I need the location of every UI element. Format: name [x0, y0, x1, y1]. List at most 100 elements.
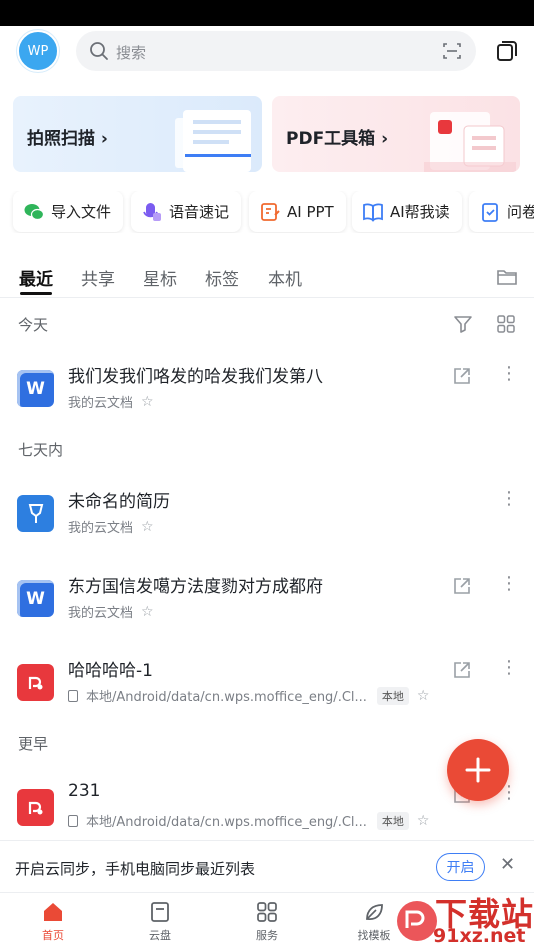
cloud-sync-bar: 开启云同步，手机电脑同步最近列表 开启 ✕ [0, 840, 534, 892]
pdf-toolbox-card[interactable]: PDF工具箱 › [272, 96, 520, 172]
filter-icon[interactable] [453, 314, 473, 334]
word-doc-icon: W [17, 580, 54, 617]
file-item[interactable]: 未命名的简历 我的云文档 ☆ ⋮ [0, 487, 534, 553]
wechat-icon [24, 203, 45, 220]
search-icon [90, 42, 108, 60]
file-name: 东方国信发噶方法度勠对方成都府 [68, 577, 323, 597]
file-item[interactable]: W 我们发我们咯发的哈发我们发第八 我的云文档 ☆ ⋮ [0, 362, 534, 428]
file-location: 本地/Android/data/cn.wps.moffice_eng/.Cl..… [86, 690, 367, 705]
nav-services[interactable]: 服务 [237, 899, 297, 943]
chip-label: 语音速记 [169, 203, 230, 221]
file-meta: 我的云文档 ☆ [68, 517, 154, 537]
share-icon[interactable] [452, 660, 472, 680]
phone-icon [68, 814, 78, 827]
nav-label: 服务 [256, 929, 278, 942]
chip-ai-ppt[interactable]: AI PPT [249, 191, 346, 232]
scan-illustration-icon [175, 110, 251, 172]
file-item[interactable]: 231 本地/Android/data/cn.wps.moffice_eng/.… [0, 781, 534, 847]
header: WP 搜索 [0, 26, 534, 82]
star-icon[interactable]: ☆ [417, 813, 430, 829]
chip-label: 导入文件 [51, 203, 112, 221]
section-earlier: 更早 [18, 735, 49, 753]
nav-cloud-drive[interactable]: 云盘 [130, 899, 190, 943]
tab-local[interactable]: 本机 [268, 265, 302, 290]
tab-shared[interactable]: 共享 [81, 265, 115, 290]
search-bar[interactable]: 搜索 [76, 31, 476, 71]
chip-import-file[interactable]: 导入文件 [13, 191, 124, 232]
leaf-icon [366, 904, 383, 920]
star-icon[interactable]: ☆ [141, 604, 154, 620]
file-location: 我的云文档 [68, 396, 134, 411]
pdf-doc-icon [17, 664, 54, 701]
file-item[interactable]: 哈哈哈哈-1 本地/Android/data/cn.wps.moffice_en… [0, 656, 534, 722]
word-doc-icon: W [17, 370, 54, 407]
file-meta: 我的云文档 ☆ [68, 602, 154, 622]
share-icon[interactable] [452, 576, 472, 596]
file-meta: 本地/Android/data/cn.wps.moffice_eng/.Cl..… [68, 686, 429, 705]
file-tabs: 最近 共享 星标 标签 本机 [0, 252, 534, 298]
grid-view-icon[interactable] [496, 314, 516, 334]
more-options-icon[interactable]: ⋮ [500, 574, 518, 594]
resume-doc-icon [17, 495, 54, 532]
file-name: 231 [68, 781, 101, 801]
file-name: 哈哈哈哈-1 [68, 661, 153, 681]
chip-ai-read[interactable]: AI帮我读 [352, 191, 462, 232]
avatar[interactable]: WP [17, 30, 59, 72]
file-meta: 本地/Android/data/cn.wps.moffice_eng/.Cl..… [68, 811, 429, 830]
chip-label: AI帮我读 [390, 203, 450, 221]
windows-icon[interactable] [495, 39, 519, 63]
file-name: 我们发我们咯发的哈发我们发第八 [68, 367, 323, 387]
chip-voice-note[interactable]: 语音速记 [131, 191, 242, 232]
quick-action-chips: 导入文件 语音速记 AI PPT AI帮我读 问卷 [0, 191, 534, 233]
pdf-doc-icon [17, 789, 54, 826]
folder-icon[interactable] [496, 266, 518, 288]
cloud-sync-text: 开启云同步，手机电脑同步最近列表 [15, 860, 256, 878]
more-options-icon[interactable]: ⋮ [500, 364, 518, 384]
file-name: 未命名的简历 [68, 492, 170, 512]
create-new-button[interactable] [447, 739, 509, 801]
file-location: 我的云文档 [68, 606, 134, 621]
local-badge: 本地 [376, 811, 409, 830]
tab-starred[interactable]: 星标 [143, 265, 177, 290]
share-icon[interactable] [452, 366, 472, 386]
services-grid-icon [257, 902, 277, 922]
section-today: 今天 [18, 316, 49, 334]
more-options-icon[interactable]: ⋮ [500, 658, 518, 678]
chip-label: AI PPT [287, 202, 334, 221]
section-seven-days: 七天内 [18, 441, 64, 459]
scan-icon[interactable] [442, 41, 462, 61]
file-meta: 我的云文档 ☆ [68, 392, 154, 412]
file-location: 我的云文档 [68, 521, 134, 536]
pdf-toolbox-title: PDF工具箱 › [286, 129, 389, 149]
scan-card[interactable]: 拍照扫描 › [13, 96, 262, 172]
ai-read-icon [363, 202, 383, 222]
nav-label: 找模板 [357, 929, 391, 942]
more-options-icon[interactable]: ⋮ [500, 489, 518, 509]
nav-label: 云盘 [149, 929, 171, 942]
file-location: 本地/Android/data/cn.wps.moffice_eng/.Cl..… [86, 815, 367, 830]
nav-label: 首页 [42, 929, 64, 942]
phone-icon [68, 689, 78, 702]
star-icon[interactable]: ☆ [141, 519, 154, 535]
watermark-url: 91xz.net [433, 925, 526, 947]
survey-icon [482, 202, 498, 222]
star-icon[interactable]: ☆ [417, 688, 430, 704]
cloud-drive-icon [151, 902, 169, 922]
tab-underline [20, 292, 52, 295]
enable-sync-button[interactable]: 开启 [436, 853, 485, 881]
chip-survey[interactable]: 问卷 [469, 191, 534, 232]
home-icon [44, 903, 62, 921]
tab-recent[interactable]: 最近 [19, 265, 53, 290]
star-icon[interactable]: ☆ [141, 394, 154, 410]
local-badge: 本地 [376, 686, 409, 705]
close-icon[interactable]: ✕ [500, 854, 515, 875]
ai-ppt-icon [261, 202, 280, 221]
file-item[interactable]: W 东方国信发噶方法度勠对方成都府 我的云文档 ☆ ⋮ [0, 572, 534, 638]
chip-label: 问卷 [507, 203, 534, 221]
pdf-illustration-icon [424, 112, 516, 172]
scan-card-title: 拍照扫描 › [27, 129, 108, 149]
plus-icon [465, 757, 491, 783]
nav-home[interactable]: 首页 [23, 899, 83, 943]
voice-note-icon [143, 202, 161, 221]
tab-tags[interactable]: 标签 [205, 265, 239, 290]
